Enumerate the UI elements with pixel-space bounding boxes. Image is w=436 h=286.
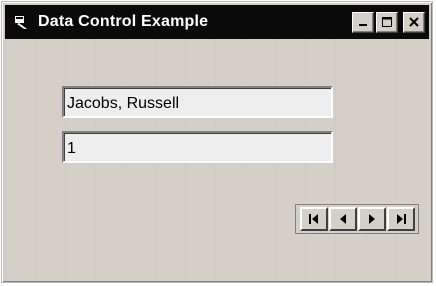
first-record-button[interactable] [299,207,328,231]
window-title: Data Control Example [38,13,209,30]
previous-record-button[interactable] [328,207,357,231]
main-window: Data Control Example [1,1,433,283]
close-button[interactable] [403,11,425,33]
next-record-button[interactable] [357,207,386,231]
maximize-button[interactable] [376,11,398,33]
id-textbox[interactable] [62,131,333,163]
name-textbox[interactable] [62,86,333,118]
close-icon [409,17,419,27]
minimize-button[interactable] [352,11,374,33]
form-client-area [5,39,429,279]
first-record-icon [308,214,318,224]
last-record-icon [396,214,406,224]
last-record-button[interactable] [386,207,415,231]
maximize-icon [382,17,392,27]
title-bar-controls [352,11,425,33]
previous-record-icon [339,214,346,224]
next-record-icon [368,214,375,224]
app-window-icon[interactable] [12,12,32,32]
title-bar[interactable]: Data Control Example [5,5,429,39]
data-control [295,204,419,234]
minimize-icon [359,24,367,26]
